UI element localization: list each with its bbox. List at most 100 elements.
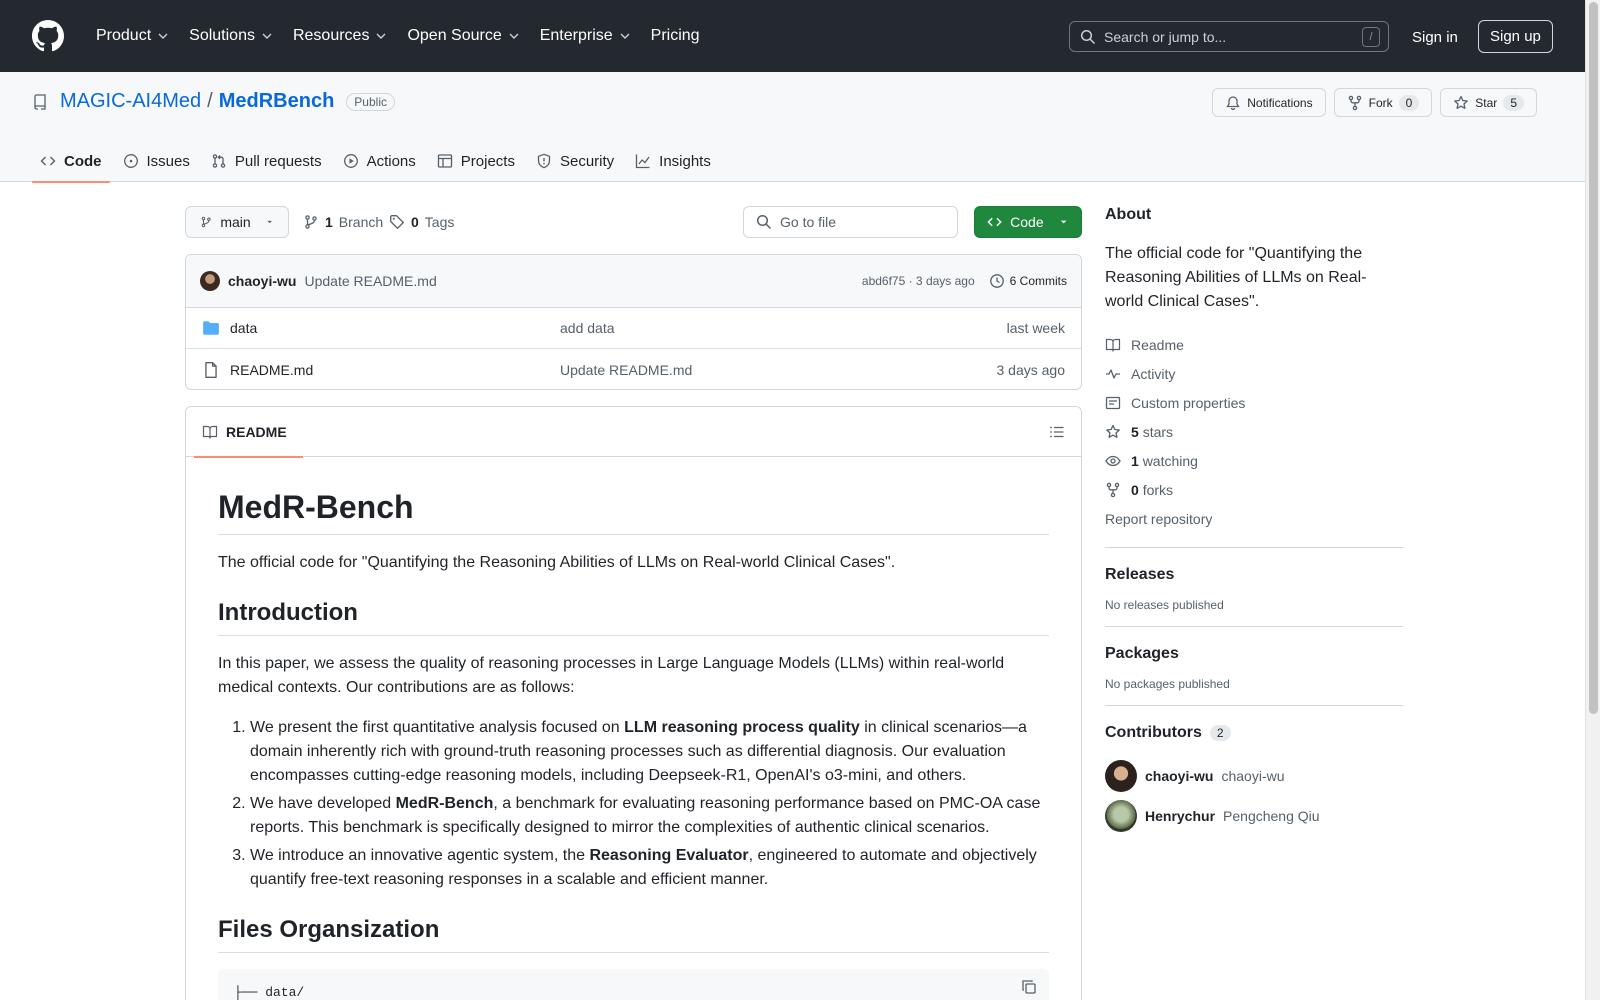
divider: [1105, 626, 1403, 627]
folder-icon: [203, 321, 219, 335]
sign-in-link[interactable]: Sign in: [1402, 21, 1468, 53]
avatar[interactable]: [1105, 760, 1137, 792]
nav-enterprise[interactable]: Enterprise: [530, 20, 641, 52]
tab-actions[interactable]: Actions: [335, 140, 429, 182]
list-item-text: We present the first quantitative analys…: [250, 719, 625, 736]
sign-up-button[interactable]: Sign up: [1478, 20, 1553, 53]
forks-count: 0: [1131, 481, 1139, 498]
repo-icon: [34, 93, 46, 110]
search-icon: [756, 214, 772, 230]
tab-insights[interactable]: Insights: [627, 140, 724, 182]
readme-tab[interactable]: README: [194, 407, 303, 458]
commits-history-link[interactable]: 6 Commits: [989, 273, 1067, 289]
tab-security[interactable]: Security: [528, 140, 627, 182]
go-to-file-input[interactable]: Go to file: [743, 206, 958, 238]
nav-open-source[interactable]: Open Source: [397, 20, 529, 52]
readme-body: MedR-Bench The official code for "Quanti…: [186, 457, 1081, 1000]
copy-icon[interactable]: [1021, 979, 1037, 995]
readme-header: README: [186, 407, 1081, 458]
code-line: ├── data/: [234, 985, 305, 1000]
file-browser: chaoyi-wu Update README.md abd6f75 · 3 d…: [185, 254, 1082, 390]
readme-link[interactable]: Readme: [1105, 330, 1403, 359]
nav-solutions[interactable]: Solutions: [179, 20, 283, 52]
star-button[interactable]: Star 5: [1440, 88, 1537, 117]
branches-link[interactable]: 1 Branch: [303, 206, 383, 238]
latest-commit-row: chaoyi-wu Update README.md abd6f75 · 3 d…: [186, 255, 1081, 308]
commits-count-label: 6 Commits: [1009, 274, 1067, 288]
branch-icon: [305, 215, 317, 229]
tags-link[interactable]: 0 Tags: [389, 206, 454, 238]
scrollbar-thumb[interactable]: [1589, 2, 1598, 714]
commit-message-link[interactable]: Update README.md: [304, 273, 436, 289]
nav-label: Open Source: [407, 27, 502, 44]
code-dropdown-button[interactable]: Code: [974, 206, 1082, 238]
book-icon: [1105, 338, 1121, 352]
fork-button[interactable]: Fork 0: [1333, 88, 1433, 117]
releases-heading[interactable]: Releases: [1105, 566, 1403, 584]
file-time: 3 days ago: [996, 361, 1066, 378]
file-row[interactable]: README.md Update README.md 3 days ago: [186, 349, 1081, 389]
stars-label: stars: [1142, 423, 1174, 440]
repo-name-link[interactable]: MedRBench: [219, 90, 335, 113]
file-name-link[interactable]: data: [230, 320, 560, 336]
tag-label: Tags: [424, 214, 455, 230]
nav-label: Resources: [292, 27, 370, 44]
search-placeholder: Search or jump to...: [1104, 28, 1227, 45]
commit-hash-time[interactable]: abd6f75 · 3 days ago: [862, 274, 975, 288]
avatar[interactable]: [200, 271, 220, 291]
readme-intro: The official code for "Quantifying the R…: [218, 554, 896, 571]
contributor-login[interactable]: chaoyi-wu: [1145, 768, 1213, 784]
contributor-login[interactable]: Henrychur: [1145, 808, 1215, 824]
file-row[interactable]: data add data last week: [186, 308, 1081, 349]
contributor-item[interactable]: chaoyi-wu chaoyi-wu: [1105, 756, 1403, 796]
tab-label: Actions: [366, 152, 416, 170]
divider: [1105, 547, 1403, 548]
branch-selector-button[interactable]: main: [185, 206, 289, 238]
notifications-button[interactable]: Notifications: [1212, 88, 1326, 117]
commit-author-link[interactable]: chaoyi-wu: [228, 273, 296, 289]
nav-label: Solutions: [189, 27, 255, 44]
file-commit-link[interactable]: Update README.md: [560, 362, 997, 378]
readme-title: MedR-Bench: [218, 489, 1049, 535]
page-scrollbar[interactable]: [1585, 0, 1600, 1000]
global-search-input[interactable]: Search or jump to... /: [1069, 21, 1389, 52]
tab-issues[interactable]: Issues: [115, 140, 203, 182]
nav-resources[interactable]: Resources: [283, 20, 397, 52]
contributors-heading[interactable]: Contributors 2: [1105, 724, 1403, 742]
nav-label: Enterprise: [539, 27, 613, 44]
list-item-bold: LLM reasoning process quality: [624, 719, 860, 736]
custom-properties-link[interactable]: Custom properties: [1105, 388, 1403, 417]
avatar[interactable]: [1105, 800, 1137, 832]
tab-label: Code: [64, 152, 102, 170]
contributor-item[interactable]: Henrychur Pengcheng Qiu: [1105, 796, 1403, 836]
repo-owner-link[interactable]: MAGIC-AI4Med: [60, 90, 201, 113]
book-icon: [202, 425, 218, 439]
divider: [1105, 705, 1403, 706]
github-logo-icon[interactable]: [32, 20, 64, 52]
repo-sidebar: About The official code for "Quantifying…: [1105, 206, 1403, 836]
tag-icon: [390, 215, 404, 229]
stars-link[interactable]: 5 stars: [1105, 417, 1403, 446]
report-repository-link[interactable]: Report repository: [1105, 504, 1403, 533]
watching-link[interactable]: 1 watching: [1105, 446, 1403, 475]
tab-code[interactable]: Code: [32, 140, 115, 183]
file-commit-link[interactable]: add data: [560, 320, 1007, 336]
search-shortcut-key: /: [1362, 26, 1380, 47]
file-name-link[interactable]: README.md: [230, 362, 560, 378]
list-unordered-icon[interactable]: [1049, 424, 1065, 440]
readme-link-label: Readme: [1131, 336, 1184, 353]
packages-heading[interactable]: Packages: [1105, 645, 1403, 663]
nav-pricing[interactable]: Pricing: [641, 20, 710, 52]
bell-icon: [1226, 95, 1240, 110]
activity-link[interactable]: Activity: [1105, 359, 1403, 388]
tab-projects[interactable]: Projects: [429, 140, 528, 182]
tab-pull-requests[interactable]: Pull requests: [203, 140, 335, 182]
repo-title: MAGIC-AI4Med / MedRBench Public: [32, 90, 395, 113]
visibility-badge: Public: [346, 92, 395, 111]
watching-count: 1: [1131, 452, 1139, 469]
pulse-icon: [1106, 368, 1120, 379]
branch-bar: main 1 Branch 0 Tags Go to file Code: [185, 206, 1082, 238]
tab-label: Issues: [146, 152, 190, 170]
nav-product[interactable]: Product: [86, 20, 179, 52]
forks-link[interactable]: 0 forks: [1105, 475, 1403, 504]
